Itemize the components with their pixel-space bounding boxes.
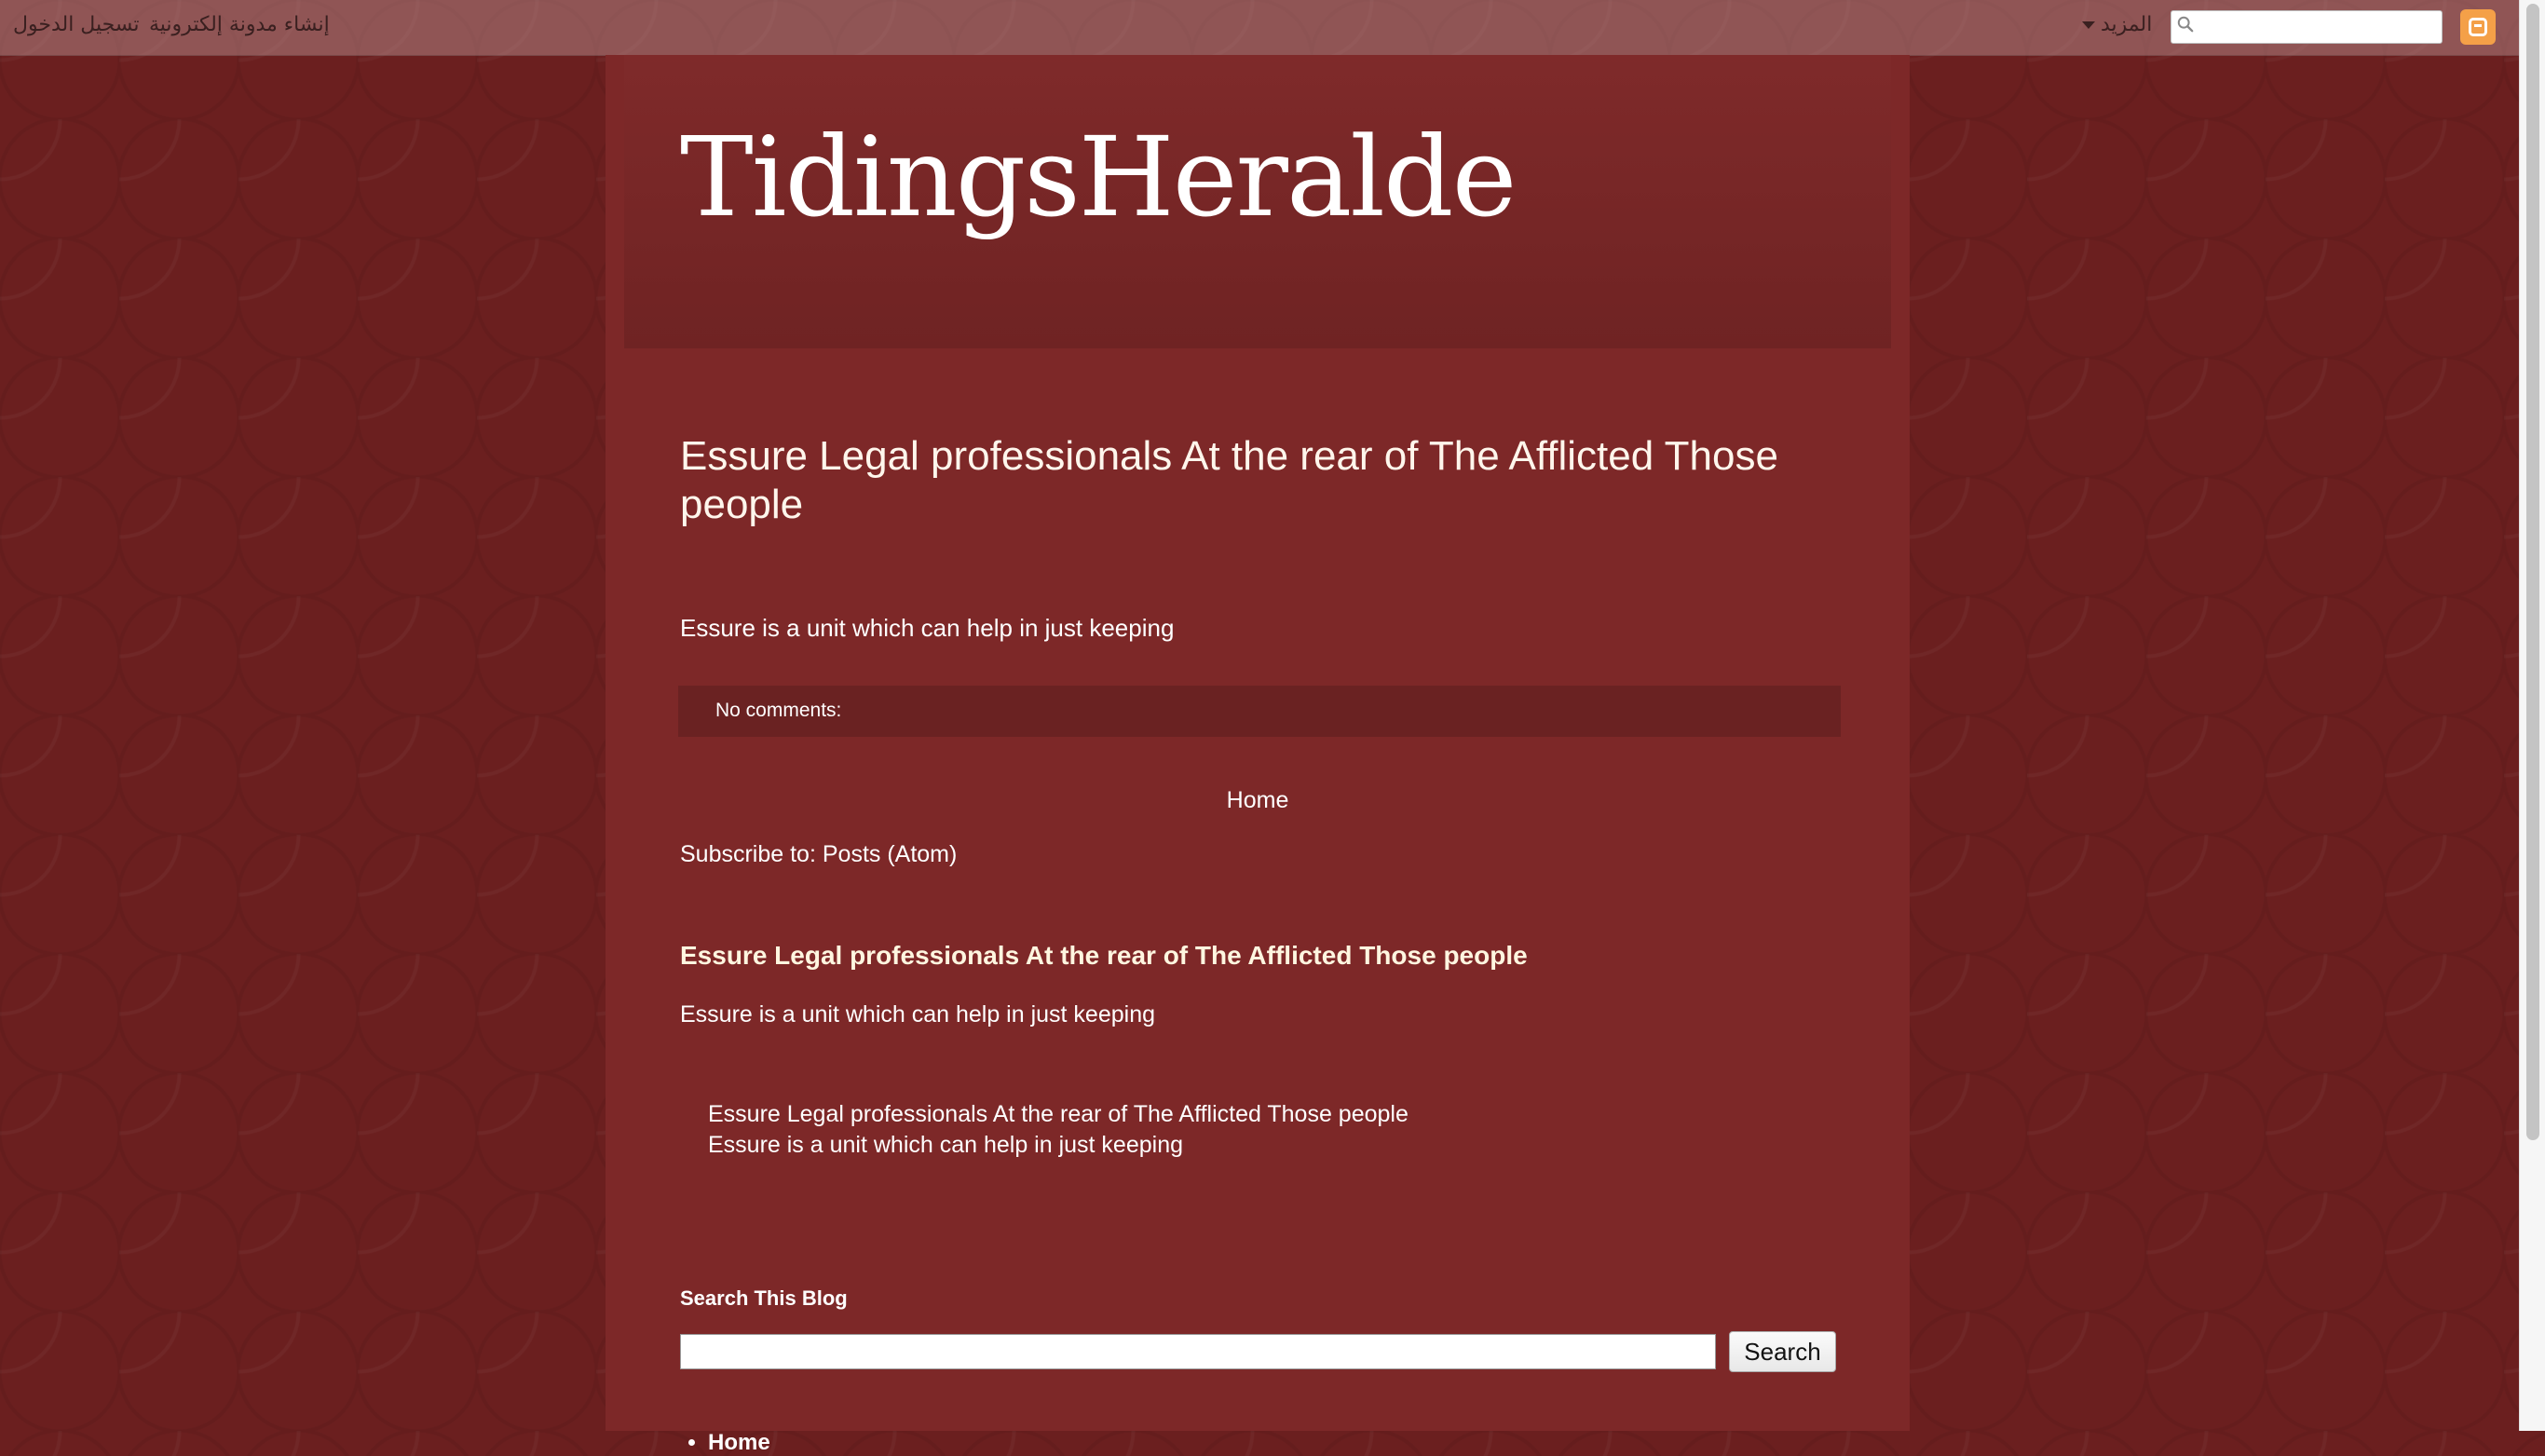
popular-post-title[interactable]: Essure Legal professionals At the rear o…	[680, 941, 1528, 971]
search-widget-heading: Search This Blog	[680, 1286, 848, 1310]
scrollbar[interactable]	[2519, 0, 2545, 1431]
blog-title[interactable]: TidingsHeralde	[680, 113, 1517, 241]
caret-down-icon	[2082, 21, 2095, 29]
blogger-logo-icon[interactable]	[2460, 9, 2496, 45]
popular-post-snippet: Essure is a unit which can help in just …	[680, 1001, 1156, 1027]
pages-home-link[interactable]: Home	[708, 1430, 770, 1455]
featured-post-snippet: Essure is a unit which can help in just …	[708, 1132, 1184, 1158]
post-body: Essure is a unit which can help in just …	[680, 614, 1175, 642]
subscribe-line: Subscribe to: Posts (Atom)	[680, 841, 957, 868]
blog-search-input[interactable]	[680, 1334, 1716, 1369]
navbar-search-input[interactable]	[2171, 10, 2443, 44]
subscribe-prefix: Subscribe to:	[680, 841, 823, 867]
blogger-navbar: تسجيل الدخول إنشاء مدونة إلكترونية المزي…	[0, 0, 2519, 56]
search-button[interactable]: Search	[1729, 1331, 1836, 1372]
post-footer: No comments:	[678, 686, 1841, 737]
more-menu-label: المزيد	[2101, 13, 2153, 36]
pages-list: Home	[680, 1430, 770, 1456]
featured-post-title[interactable]: Essure Legal professionals At the rear o…	[708, 1101, 1409, 1128]
main-content: TidingsHeralde Essure Legal professional…	[606, 55, 1910, 1455]
post-title[interactable]: Essure Legal professionals At the rear o…	[680, 432, 1854, 529]
comments-link[interactable]: No comments:	[715, 700, 841, 722]
create-blog-link[interactable]: إنشاء مدونة إلكترونية	[149, 13, 330, 36]
signin-link[interactable]: تسجيل الدخول	[13, 13, 140, 36]
atom-feed-link[interactable]: Posts (Atom)	[823, 841, 957, 867]
scrollbar-thumb[interactable]	[2526, 4, 2539, 1140]
list-item: Home	[708, 1430, 770, 1456]
more-menu-button[interactable]: المزيد	[2082, 13, 2152, 36]
home-link[interactable]: Home	[606, 787, 1910, 814]
search-icon	[2177, 16, 2194, 33]
